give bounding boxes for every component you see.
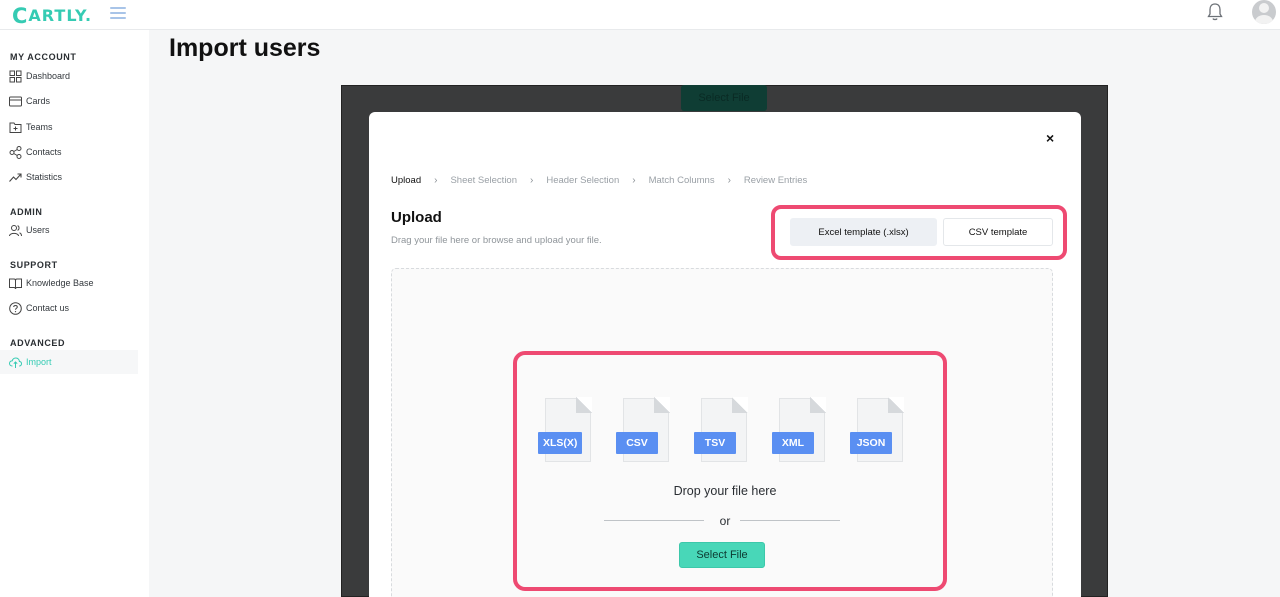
stepper: Upload › Sheet Selection › Header Select…	[391, 175, 807, 186]
sidebar-item-cards[interactable]: Cards	[0, 89, 138, 113]
logo-letter: C	[12, 4, 29, 28]
logo-rest: ARTLY.	[28, 6, 93, 25]
sidebar-item-label: Teams	[26, 122, 53, 132]
top-bar: CARTLY.	[0, 0, 1280, 30]
bell-icon[interactable]	[1206, 2, 1224, 22]
sidebar-item-label: Knowledge Base	[26, 278, 94, 288]
sidebar-item-label: Statistics	[26, 172, 63, 182]
sidebar: MY ACCOUNT Dashboard Cards Teams Contact…	[0, 30, 149, 597]
sidebar-item-label: Contacts	[26, 147, 62, 157]
sidebar-item-users[interactable]: Users	[0, 218, 138, 242]
sidebar-item-teams[interactable]: Teams	[0, 115, 138, 139]
step-sheet-selection: Sheet Selection	[450, 175, 517, 186]
page-title: Import users	[169, 34, 321, 62]
highlight-annotation-templates	[771, 205, 1067, 260]
book-icon	[9, 278, 22, 289]
sidebar-item-dashboard[interactable]: Dashboard	[0, 64, 138, 88]
sidebar-item-statistics[interactable]: Statistics	[0, 165, 138, 189]
close-icon[interactable]: ×	[1046, 130, 1054, 146]
team-plus-icon	[9, 122, 22, 133]
chevron-right-icon: ›	[632, 175, 636, 186]
users-icon	[9, 224, 22, 236]
sidebar-item-import[interactable]: Import	[0, 350, 138, 374]
user-avatar-icon[interactable]	[1252, 0, 1276, 24]
step-review-entries: Review Entries	[743, 175, 808, 186]
sidebar-item-contact-us[interactable]: Contact us	[0, 296, 138, 320]
upload-subtitle: Drag your file here or browse and upload…	[391, 235, 602, 246]
section-title-admin: ADMIN	[10, 207, 43, 217]
section-title-support: SUPPORT	[10, 260, 58, 270]
highlight-annotation-dropzone	[513, 351, 947, 591]
sidebar-item-contacts[interactable]: Contacts	[0, 140, 138, 164]
sidebar-item-label: Dashboard	[26, 71, 71, 81]
chevron-right-icon: ›	[727, 175, 731, 186]
question-circle-icon	[9, 301, 22, 315]
cloud-upload-icon	[9, 356, 22, 368]
sidebar-item-label: Users	[26, 225, 50, 235]
grid-icon	[9, 70, 22, 82]
import-modal: × Upload › Sheet Selection › Header Sele…	[369, 112, 1081, 597]
trend-up-icon	[9, 172, 22, 182]
section-title-advanced: ADVANCED	[10, 338, 66, 348]
background-select-file-button: Select File	[681, 85, 767, 111]
section-title-my-account: MY ACCOUNT	[10, 52, 77, 62]
sidebar-item-label: Contact us	[26, 303, 70, 313]
hamburger-menu-icon[interactable]	[110, 5, 126, 19]
sidebar-item-knowledge-base[interactable]: Knowledge Base	[0, 271, 138, 295]
card-icon	[9, 96, 22, 106]
step-upload: Upload	[391, 175, 422, 186]
sidebar-item-label: Import	[26, 357, 52, 367]
step-match-columns: Match Columns	[648, 175, 715, 186]
step-header-selection: Header Selection	[546, 175, 620, 186]
upload-heading: Upload	[391, 209, 442, 226]
chevron-right-icon: ›	[434, 175, 438, 186]
sidebar-item-label: Cards	[26, 96, 51, 106]
share-nodes-icon	[9, 145, 22, 159]
cartly-logo[interactable]: CARTLY.	[12, 4, 92, 28]
chevron-right-icon: ›	[530, 175, 534, 186]
